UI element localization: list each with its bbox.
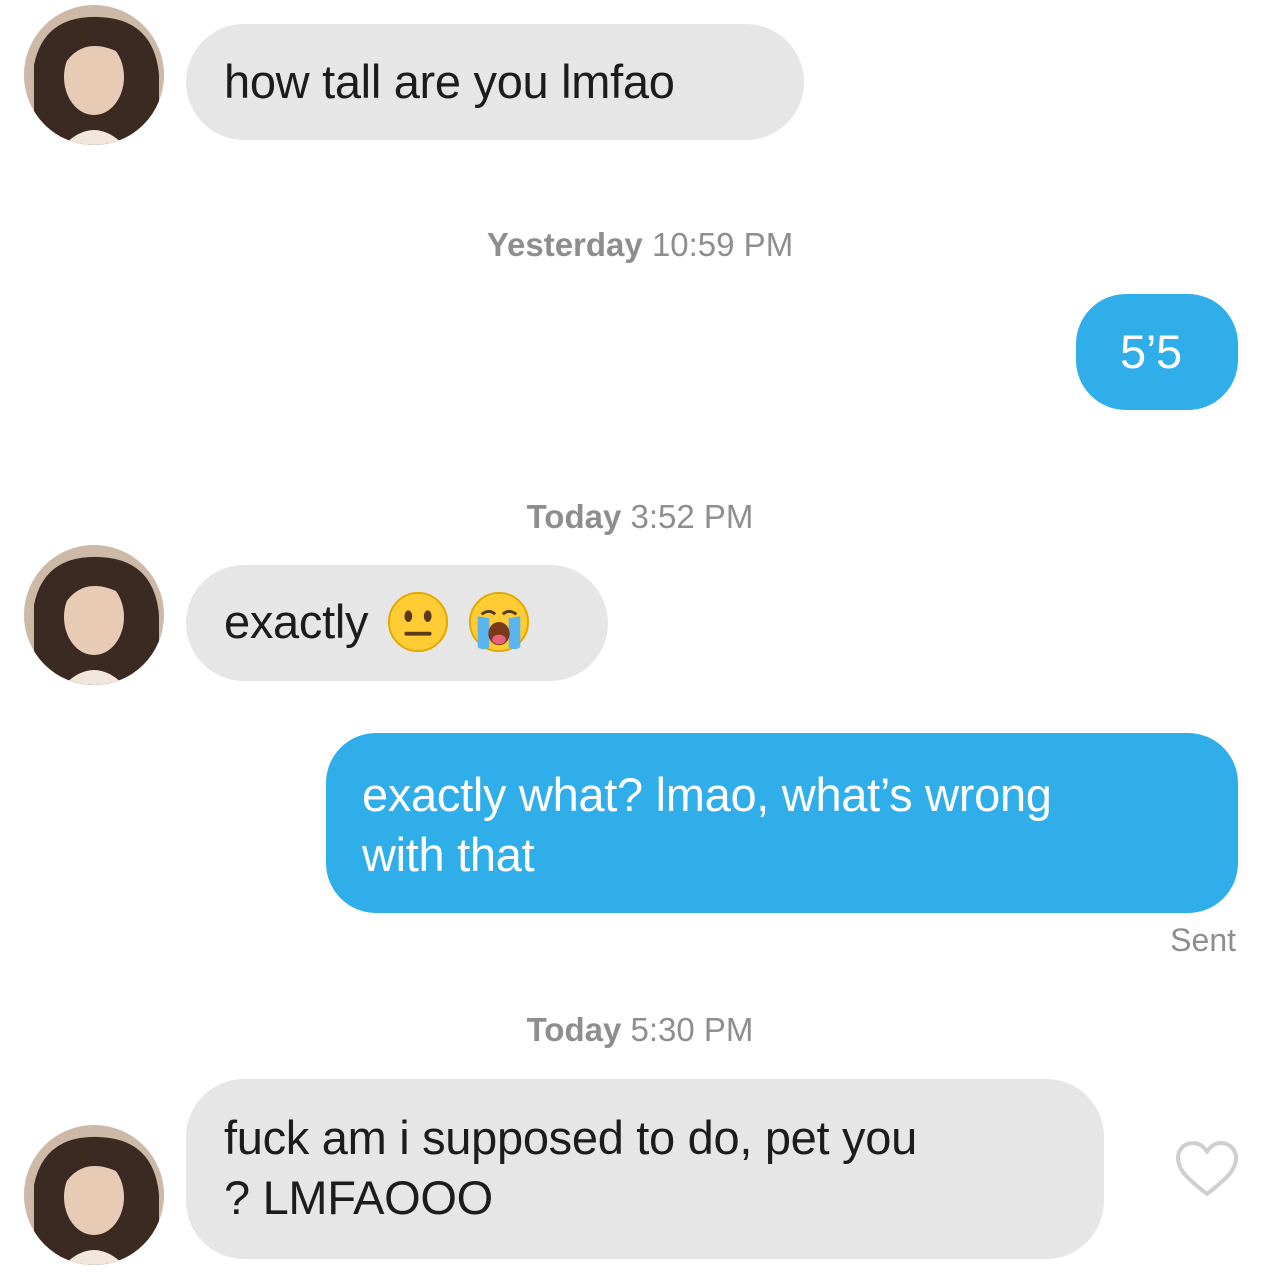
contact-avatar[interactable] — [24, 5, 164, 145]
timestamp-time: 3:52 PM — [630, 498, 754, 535]
outgoing-message-bubble[interactable]: exactly what? lmao, what’s wrong with th… — [326, 733, 1238, 913]
message-text-line: fuck am i supposed to do, pet you — [224, 1111, 917, 1164]
message-text-line: with that — [362, 828, 535, 881]
sent-status: Sent — [1170, 922, 1236, 958]
timestamp-day: Yesterday — [486, 226, 643, 263]
incoming-message-bubble[interactable]: fuck am i supposed to do, pet you ? LMFA… — [186, 1079, 1104, 1259]
avatar-photo — [24, 1125, 164, 1265]
incoming-message-bubble[interactable]: exactly — [186, 565, 608, 681]
timestamp-day: Today — [526, 498, 622, 535]
timestamp-time: 10:59 PM — [651, 226, 794, 263]
incoming-message-bubble[interactable]: how tall are you lmfao — [186, 24, 804, 140]
contact-avatar[interactable] — [24, 1125, 164, 1265]
neutral-face-icon — [387, 591, 449, 653]
avatar-photo — [24, 545, 164, 685]
message-text-line: exactly what? lmao, what’s wrong — [362, 768, 1052, 821]
timestamp: Today 5:30 PM — [0, 1011, 1280, 1049]
timestamp-time: 5:30 PM — [630, 1011, 754, 1048]
message-text-line: ? LMFAOOO — [224, 1171, 493, 1224]
contact-avatar[interactable] — [24, 545, 164, 685]
heart-like-icon[interactable] — [1172, 1138, 1242, 1200]
avatar-photo — [24, 5, 164, 145]
message-text: how tall are you lmfao — [224, 55, 675, 108]
timestamp: Yesterday 10:59 PM — [0, 226, 1280, 264]
loudly-crying-face-icon — [468, 591, 530, 653]
timestamp-day: Today — [526, 1011, 622, 1048]
message-text: exactly — [224, 595, 369, 648]
message-text: 5’5 — [1120, 325, 1182, 378]
outgoing-message-bubble[interactable]: 5’5 — [1076, 294, 1238, 410]
timestamp: Today 3:52 PM — [0, 498, 1280, 536]
message-thread: how tall are you lmfao Yesterday 10:59 P… — [0, 0, 1280, 1280]
